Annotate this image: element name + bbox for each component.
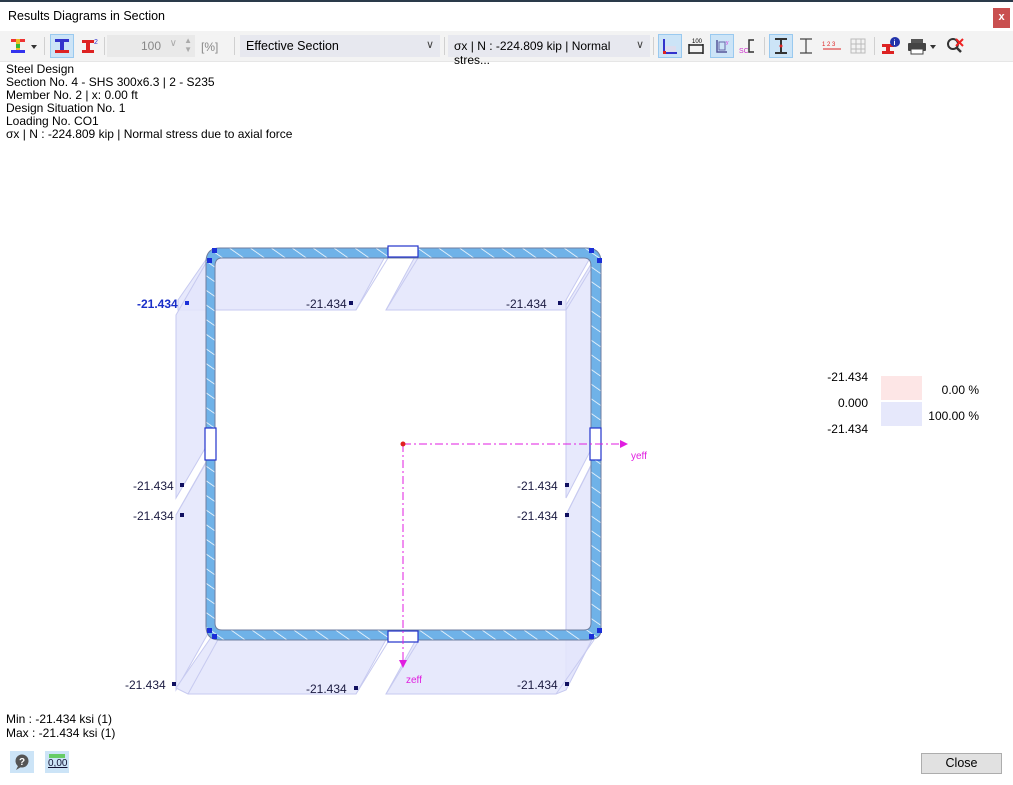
stress-label: -21.434	[306, 297, 347, 311]
legend-percent: 100.00 %	[928, 409, 979, 423]
legend-value: 0.000	[837, 396, 868, 410]
stress-label: -21.434	[137, 297, 178, 311]
stress-label: -21.434	[506, 297, 547, 311]
stress-label: -21.434	[306, 682, 347, 696]
centroid-point	[400, 441, 406, 447]
stress-label: -21.434	[517, 678, 558, 692]
help-icon: ?	[15, 754, 29, 770]
min-value: Min : -21.434 ksi (1)	[6, 712, 113, 726]
y-axis-arrow-icon	[620, 440, 628, 448]
stress-label: -21.434	[133, 479, 174, 493]
max-value: Max : -21.434 ksi (1)	[6, 726, 116, 740]
y-axis-label: yeff	[631, 451, 647, 462]
stress-label: -21.434	[125, 678, 166, 692]
legend-swatch-negative	[881, 402, 922, 426]
diagram-hatch-lines	[175, 257, 597, 695]
decimal-places-button[interactable]: 0,00	[45, 751, 69, 773]
legend-swatch-positive	[881, 376, 922, 400]
close-button[interactable]: Close	[921, 753, 1002, 774]
color-legend: -21.434 0.000 -21.434 0.00 % 100.00 %	[820, 368, 1000, 438]
z-axis-label: zeff	[406, 675, 422, 686]
stress-label: -21.434	[133, 509, 174, 523]
stress-label: -21.434	[517, 479, 558, 493]
legend-percent: 0.00 %	[941, 383, 979, 397]
stress-label: -21.434	[517, 509, 558, 523]
svg-text:?: ?	[19, 757, 25, 768]
legend-value: -21.434	[827, 370, 868, 384]
min-max-summary: Min : -21.434 ksi (1) Max : -21.434 ksi …	[6, 712, 115, 740]
legend-value: -21.434	[827, 422, 868, 436]
stress-diagram-fill	[175, 250, 597, 695]
help-button[interactable]: ?	[10, 751, 34, 773]
